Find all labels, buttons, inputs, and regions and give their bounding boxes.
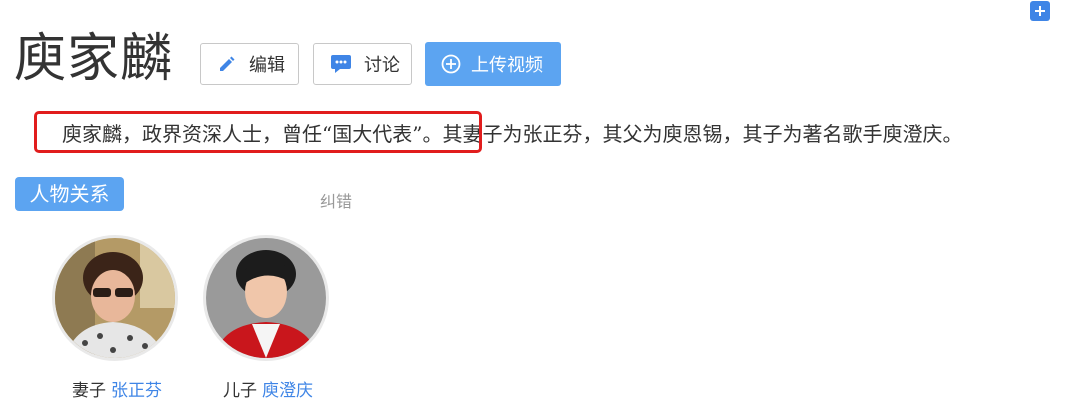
edit-button[interactable]: 编辑 xyxy=(200,43,299,85)
person-photo-icon[interactable] xyxy=(203,235,329,361)
correct-link[interactable]: 纠错 xyxy=(320,188,352,212)
plus-icon xyxy=(1035,6,1045,16)
discuss-button[interactable]: 讨论 xyxy=(313,43,412,85)
upload-video-label: 上传视频 xyxy=(471,55,543,76)
edit-button-label: 编辑 xyxy=(249,55,285,76)
add-button[interactable] xyxy=(1030,1,1050,21)
relation-caption-wife: 妻子 张正芬 xyxy=(52,376,182,401)
upload-video-button[interactable]: 上传视频 xyxy=(425,42,561,86)
plus-circle-icon xyxy=(441,54,461,74)
relation-type: 妻子 xyxy=(72,381,106,401)
relation-card-son[interactable]: 儿子 庾澄庆 xyxy=(203,235,333,401)
relations-section-label: 人物关系 xyxy=(15,177,124,211)
pencil-icon xyxy=(220,56,235,71)
relation-card-wife[interactable]: 妻子 张正芬 xyxy=(52,235,182,401)
relation-name-link[interactable]: 张正芬 xyxy=(111,381,162,401)
person-photo-icon[interactable] xyxy=(52,235,178,361)
highlight-annotation xyxy=(34,111,482,153)
relation-type: 儿子 xyxy=(223,381,257,401)
page-title: 庾家麟 xyxy=(14,29,174,89)
relation-caption-son: 儿子 庾澄庆 xyxy=(203,376,333,401)
discuss-button-label: 讨论 xyxy=(364,55,400,76)
chat-bubble-icon xyxy=(331,55,351,73)
relation-name-link[interactable]: 庾澄庆 xyxy=(262,381,313,401)
